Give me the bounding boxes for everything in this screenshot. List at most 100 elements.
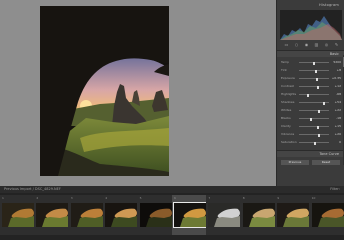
- slider-whites[interactable]: Whites +22: [281, 108, 341, 113]
- main-photo[interactable]: [40, 6, 169, 176]
- slider-exposure[interactable]: Exposure +0.35: [281, 76, 341, 81]
- filmstrip-header: Previous Import / DSC_4829.NEF Filter:: [0, 186, 344, 193]
- slider-track[interactable]: [299, 77, 329, 81]
- slider-value[interactable]: +0.35: [332, 76, 341, 80]
- slider-track[interactable]: [299, 101, 329, 105]
- slider-vibrance[interactable]: Vibrance +20: [281, 132, 341, 137]
- slider-knob[interactable]: [318, 134, 320, 137]
- filmstrip-thumbnail[interactable]: [277, 203, 310, 227]
- previous-button[interactable]: Previous: [281, 160, 309, 165]
- filmstrip-thumbnail[interactable]: [105, 203, 138, 227]
- slider-knob[interactable]: [310, 118, 312, 121]
- filmstrip-cell[interactable]: 9: [275, 195, 312, 235]
- slider-knob[interactable]: [307, 94, 309, 97]
- basic-section-header[interactable]: Basic: [277, 50, 344, 57]
- slider-knob[interactable]: [318, 110, 320, 113]
- slider-track[interactable]: [299, 109, 329, 113]
- slider-knob[interactable]: [313, 62, 315, 65]
- slider-shadows[interactable]: Shadows +54: [281, 100, 341, 105]
- reset-button[interactable]: Reset: [312, 160, 340, 165]
- slider-track[interactable]: [299, 125, 329, 129]
- slider-clarity[interactable]: Clarity +15: [281, 124, 341, 129]
- crop-icon[interactable]: ▭: [284, 42, 289, 47]
- cell-index: 9: [277, 196, 280, 200]
- slider-track[interactable]: [299, 141, 329, 145]
- cell-index: 10: [311, 196, 316, 200]
- filmstrip-cell[interactable]: 7: [206, 195, 243, 235]
- slider-blacks[interactable]: Blacks -18: [281, 116, 341, 121]
- slider-track[interactable]: [299, 133, 329, 137]
- filmstrip-cell[interactable]: 4: [103, 195, 140, 235]
- slider-knob[interactable]: [317, 86, 319, 89]
- brush-icon[interactable]: ✎: [334, 42, 339, 47]
- tone-curve-header[interactable]: Tone Curve: [277, 150, 344, 157]
- spot-icon[interactable]: ○: [294, 42, 299, 47]
- slider-highlights[interactable]: Highlights -68: [281, 92, 341, 97]
- cell-index: 8: [242, 196, 245, 200]
- filter-label[interactable]: Filter:: [330, 186, 340, 193]
- filmstrip-cell[interactable]: 5: [137, 195, 174, 235]
- image-canvas: [0, 0, 276, 186]
- filmstrip-cell[interactable]: 2: [34, 195, 71, 235]
- slider-value[interactable]: 0: [339, 140, 341, 144]
- filmstrip: 1 2 3 4 5 6 7 8 9 10: [0, 193, 344, 240]
- slider-value[interactable]: +12: [335, 84, 341, 88]
- slider-track[interactable]: [299, 69, 329, 73]
- slider-value[interactable]: +54: [335, 100, 341, 104]
- cell-index: 6: [174, 196, 176, 200]
- histogram-header[interactable]: Histogram: [277, 3, 344, 9]
- slider-knob[interactable]: [316, 78, 318, 81]
- slider-value[interactable]: +8: [337, 68, 341, 72]
- photo-image: [40, 6, 169, 176]
- filmstrip-cell[interactable]: 6: [172, 195, 208, 235]
- slider-label: Vibrance: [281, 132, 295, 136]
- slider-knob[interactable]: [323, 102, 325, 105]
- histogram-title: Histogram: [319, 3, 339, 7]
- filmstrip-cell[interactable]: 1: [0, 195, 36, 235]
- cell-index: 1: [2, 196, 4, 200]
- slider-value[interactable]: +22: [335, 108, 341, 112]
- slider-label: Clarity: [281, 124, 291, 128]
- slider-value[interactable]: 5200: [333, 60, 341, 64]
- cell-index: 3: [70, 196, 73, 200]
- slider-track[interactable]: [299, 61, 329, 65]
- filmstrip-cell[interactable]: 3: [68, 195, 105, 235]
- slider-temp[interactable]: Temp 5200: [281, 60, 341, 65]
- slider-label: Whites: [281, 108, 292, 112]
- filmstrip-cell[interactable]: 8: [240, 195, 277, 235]
- slider-track[interactable]: [299, 85, 329, 89]
- tool-strip: ▭ ○ ◉ ▥ ◎ ✎: [280, 42, 342, 47]
- slider-contrast[interactable]: Contrast +12: [281, 84, 341, 89]
- filmstrip-thumbnail[interactable]: [139, 203, 172, 227]
- gradient-icon[interactable]: ▥: [314, 42, 319, 47]
- filmstrip-thumbnail[interactable]: [2, 203, 34, 227]
- slider-value[interactable]: -68: [336, 92, 341, 96]
- slider-label: Blacks: [281, 116, 291, 120]
- redeye-icon[interactable]: ◉: [304, 42, 309, 47]
- slider-tint[interactable]: Tint +8: [281, 68, 341, 73]
- slider-saturation[interactable]: Saturation 0: [281, 140, 341, 145]
- filmstrip-thumbnail[interactable]: [242, 203, 275, 227]
- slider-value[interactable]: +15: [335, 124, 341, 128]
- basic-section-title: Basic: [329, 52, 339, 56]
- slider-value[interactable]: +20: [335, 132, 341, 136]
- slider-knob[interactable]: [317, 126, 319, 129]
- filmstrip-thumbnail[interactable]: [70, 203, 103, 227]
- lightroom-window: Histogram ▭ ○ ◉ ▥ ◎ ✎ Basic Temp 5200 Tint…: [0, 0, 344, 240]
- filmstrip-thumbnail[interactable]: [36, 203, 69, 227]
- filmstrip-thumbnail[interactable]: [173, 202, 207, 228]
- slider-knob[interactable]: [315, 70, 317, 73]
- filmstrip-thumbnail[interactable]: [311, 203, 344, 227]
- filmstrip-cell[interactable]: 10: [309, 195, 344, 235]
- slider-label: Saturation: [281, 140, 297, 144]
- histogram: [280, 10, 342, 40]
- slider-track[interactable]: [299, 93, 329, 97]
- slider-value[interactable]: -18: [336, 116, 341, 120]
- slider-track[interactable]: [299, 117, 329, 121]
- slider-knob[interactable]: [314, 142, 316, 145]
- filmstrip-thumbnail[interactable]: [208, 203, 241, 227]
- slider-label: Shadows: [281, 100, 295, 104]
- slider-label: Temp: [281, 60, 289, 64]
- radial-icon[interactable]: ◎: [324, 42, 329, 47]
- breadcrumb[interactable]: Previous Import / DSC_4829.NEF: [4, 186, 61, 193]
